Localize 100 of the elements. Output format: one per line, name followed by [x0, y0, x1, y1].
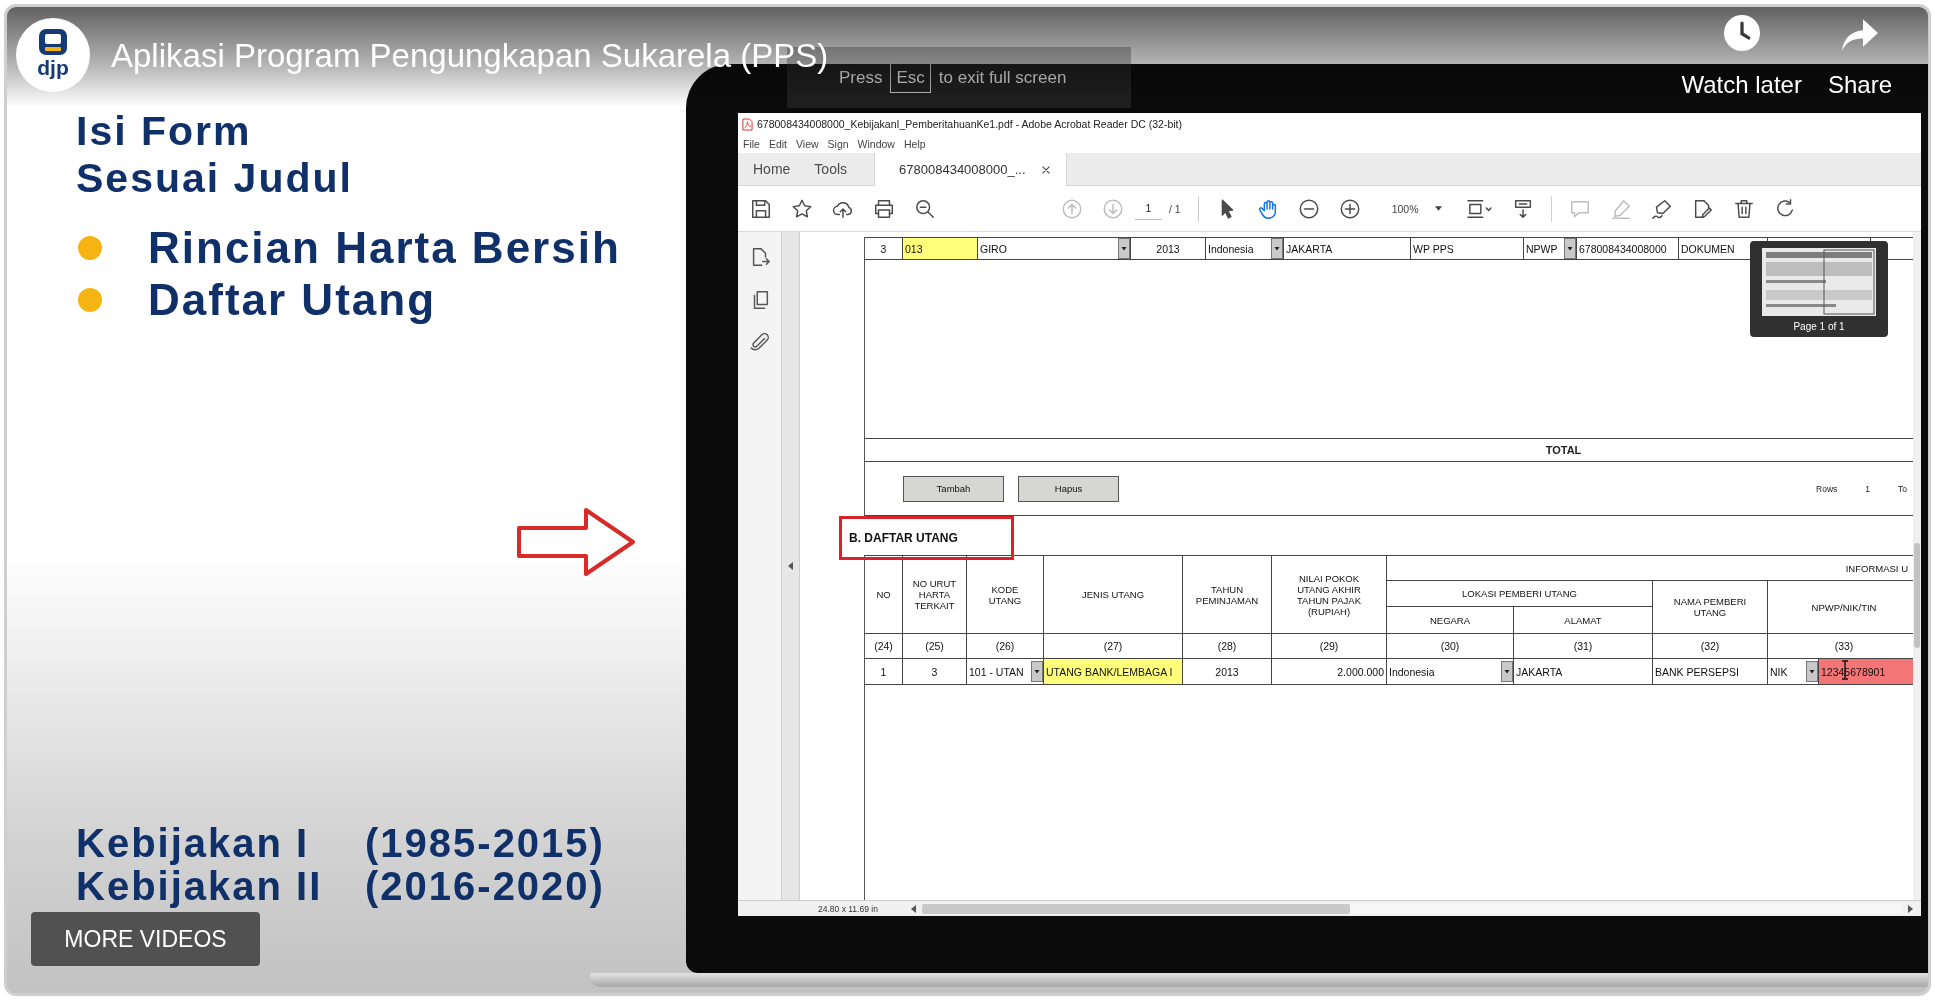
tab[interactable]: 678008434008000_... [874, 153, 1067, 186]
column-number: (27) [1044, 634, 1183, 658]
clock-icon [1723, 15, 1760, 51]
table-cell: WP PPS [1411, 238, 1524, 259]
more-videos-button[interactable]: MORE VIDEOS [31, 912, 260, 966]
column-header: ALAMAT [1514, 607, 1653, 634]
form-button[interactable]: Hapus [1018, 475, 1119, 502]
dropdown-field[interactable]: 101 - UTAN [967, 659, 1044, 684]
menu-item[interactable]: File [743, 138, 760, 150]
input-field[interactable]: UTANG BANK/LEMBAGA I [1044, 659, 1183, 684]
caret-down-icon [1434, 206, 1442, 211]
hint-text: Press [839, 67, 883, 88]
share-button[interactable]: Share [1827, 15, 1892, 98]
menu-item[interactable]: View [796, 138, 819, 150]
caret-icon[interactable] [1501, 661, 1513, 682]
page-thumbnail-drawing[interactable] [1762, 248, 1876, 316]
page-fit-icon[interactable] [1464, 197, 1493, 220]
caret-icon[interactable] [1806, 661, 1818, 682]
table-cell: 3 [903, 659, 967, 684]
tab[interactable]: Tools [802, 153, 860, 185]
menu-item[interactable]: Help [903, 138, 926, 150]
table-cell: 2013 [1131, 238, 1206, 259]
total-label: TOTAL [1545, 444, 1582, 456]
column-header: KODE UTANG [967, 556, 1044, 634]
magnifier-minus-icon[interactable] [914, 197, 936, 220]
pager-text: Rows [1816, 483, 1838, 494]
column-header: NO URUT HARTA TERKAIT [903, 556, 967, 634]
column-header: NO [865, 556, 903, 634]
table-cell: 1 [865, 659, 903, 684]
share-arrow-icon [1841, 19, 1878, 51]
menu-item[interactable]: Edit [768, 138, 787, 150]
dropdown-field[interactable]: Indonesia [1206, 238, 1284, 259]
scrollbar-thumb[interactable] [1914, 543, 1920, 648]
bullet-dot-icon [78, 288, 102, 312]
pager-text: 1 [1865, 483, 1870, 494]
menu-item[interactable]: Sign [827, 138, 849, 150]
keyboard-key: Esc [890, 62, 931, 93]
minus-circle-icon[interactable] [1297, 197, 1320, 220]
pdf-file-icon [742, 117, 753, 131]
column-header: TAHUN PEMINJAMAN [1183, 556, 1272, 634]
watch-later-button[interactable]: Watch later [1681, 15, 1802, 98]
bullet-dot-icon [78, 236, 102, 260]
dropdown-field[interactable]: NIK [1768, 659, 1819, 684]
table-cell: 2.000.000 [1272, 659, 1387, 684]
table-cell: 678008434008000 [1577, 238, 1679, 259]
column-header: NEGARA [1387, 607, 1514, 634]
tab[interactable]: Home [741, 153, 803, 185]
scrollbar-thumb[interactable] [922, 903, 1350, 914]
column-number: (28) [1183, 634, 1272, 658]
column-number: (25) [903, 634, 967, 658]
dropdown-field[interactable]: Indonesia [1387, 659, 1514, 684]
column-number: (24) [865, 634, 903, 658]
caret-icon[interactable] [1564, 238, 1576, 259]
caret-left-icon[interactable] [911, 904, 916, 913]
printer-icon[interactable] [873, 197, 895, 220]
logo-mark-icon [38, 28, 68, 56]
table-cell: BANK PERSEPSI [1653, 659, 1768, 684]
column-number: (32) [1653, 634, 1768, 658]
thumbnail-label: Page 1 of 1 [1793, 321, 1845, 332]
period-label: Kebijakan II [76, 865, 324, 908]
caret-right-icon[interactable] [1908, 904, 1913, 913]
column-header: NAMA PEMBERI UTANG [1653, 581, 1768, 634]
plus-circle-icon[interactable] [1338, 197, 1361, 220]
period-label: Kebijakan I [76, 822, 311, 865]
window-title: 678008434008000_KebijakanI_PemberitahuanKe1.pdf - Adobe Acrobat Reader DC (32-bit) [757, 118, 1182, 130]
input-field[interactable]: 013 [903, 238, 978, 259]
page-size-text: 24.80 x 11.69 in [818, 903, 879, 914]
period-years: (1985-2015) [365, 822, 605, 865]
caret-left-icon[interactable] [788, 562, 793, 570]
table-cell: JAKARTA [1514, 659, 1653, 684]
channel-logo[interactable]: djp [16, 18, 90, 92]
dropdown-field[interactable]: GIRO [978, 238, 1131, 259]
table-cell: JAKARTA [1284, 238, 1411, 259]
page-count: / 1 [1169, 202, 1181, 215]
channel-name: djp [37, 57, 69, 79]
form-button[interactable]: Tambah [903, 475, 1004, 502]
star-icon[interactable] [791, 197, 813, 220]
slide-heading: Sesuai Judul [76, 155, 353, 202]
dropdown-field[interactable]: NPWP [1524, 238, 1577, 259]
caret-icon[interactable] [1271, 238, 1283, 259]
trash-icon[interactable] [1732, 197, 1755, 220]
hand-icon[interactable] [1256, 197, 1279, 220]
table-cell: 2013 [1183, 659, 1272, 684]
close-icon[interactable] [1041, 165, 1050, 174]
column-number: (26) [967, 634, 1044, 658]
caret-icon[interactable] [1118, 238, 1130, 259]
page-number-field[interactable]: 1 [1135, 197, 1162, 220]
column-header: LOKASI PEMBERI UTANG [1387, 581, 1653, 607]
caret-icon[interactable] [1031, 661, 1043, 682]
zoom-dropdown[interactable]: 100% [1379, 196, 1446, 221]
bullet-text: Rincian Harta Bersih [148, 223, 621, 273]
column-header: NILAI POKOK UTANG AKHIR TAHUN PAJAK (RUPIAH) [1272, 556, 1387, 634]
hint-text: to exit full screen [938, 67, 1067, 88]
slide-heading: Isi Form [76, 108, 252, 155]
signing-pen-icon[interactable] [1650, 197, 1673, 220]
column-number: (31) [1514, 634, 1653, 658]
menu-item[interactable]: Window [857, 138, 895, 150]
column-number: (30) [1387, 634, 1514, 658]
period-years: (2016-2020) [365, 865, 605, 908]
bullet-text: Daftar Utang [148, 275, 437, 325]
